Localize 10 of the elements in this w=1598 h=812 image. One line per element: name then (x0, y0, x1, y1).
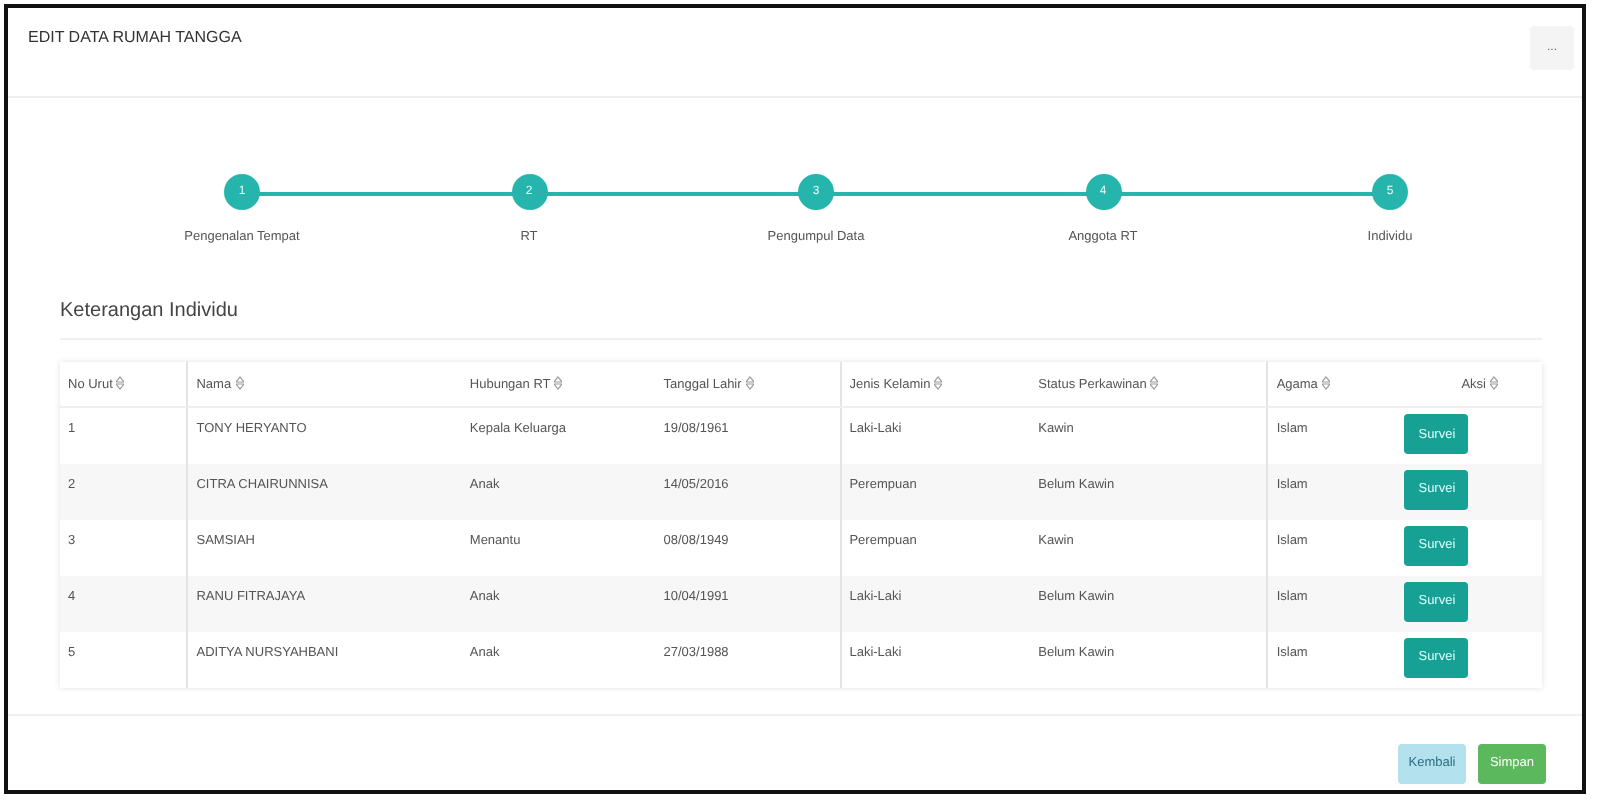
sort-icon (1150, 376, 1159, 390)
sort-icon (1321, 376, 1330, 390)
sort-icon (235, 376, 244, 390)
sort-icon (745, 376, 754, 390)
section-title: Keterangan Individu (60, 300, 240, 326)
sort-icon (1490, 376, 1498, 390)
sort-icon (934, 376, 943, 390)
sort-icon (554, 376, 563, 390)
sort-icon (116, 376, 125, 390)
page-title: EDIT DATA RUMAH TANGGA (28, 26, 242, 46)
